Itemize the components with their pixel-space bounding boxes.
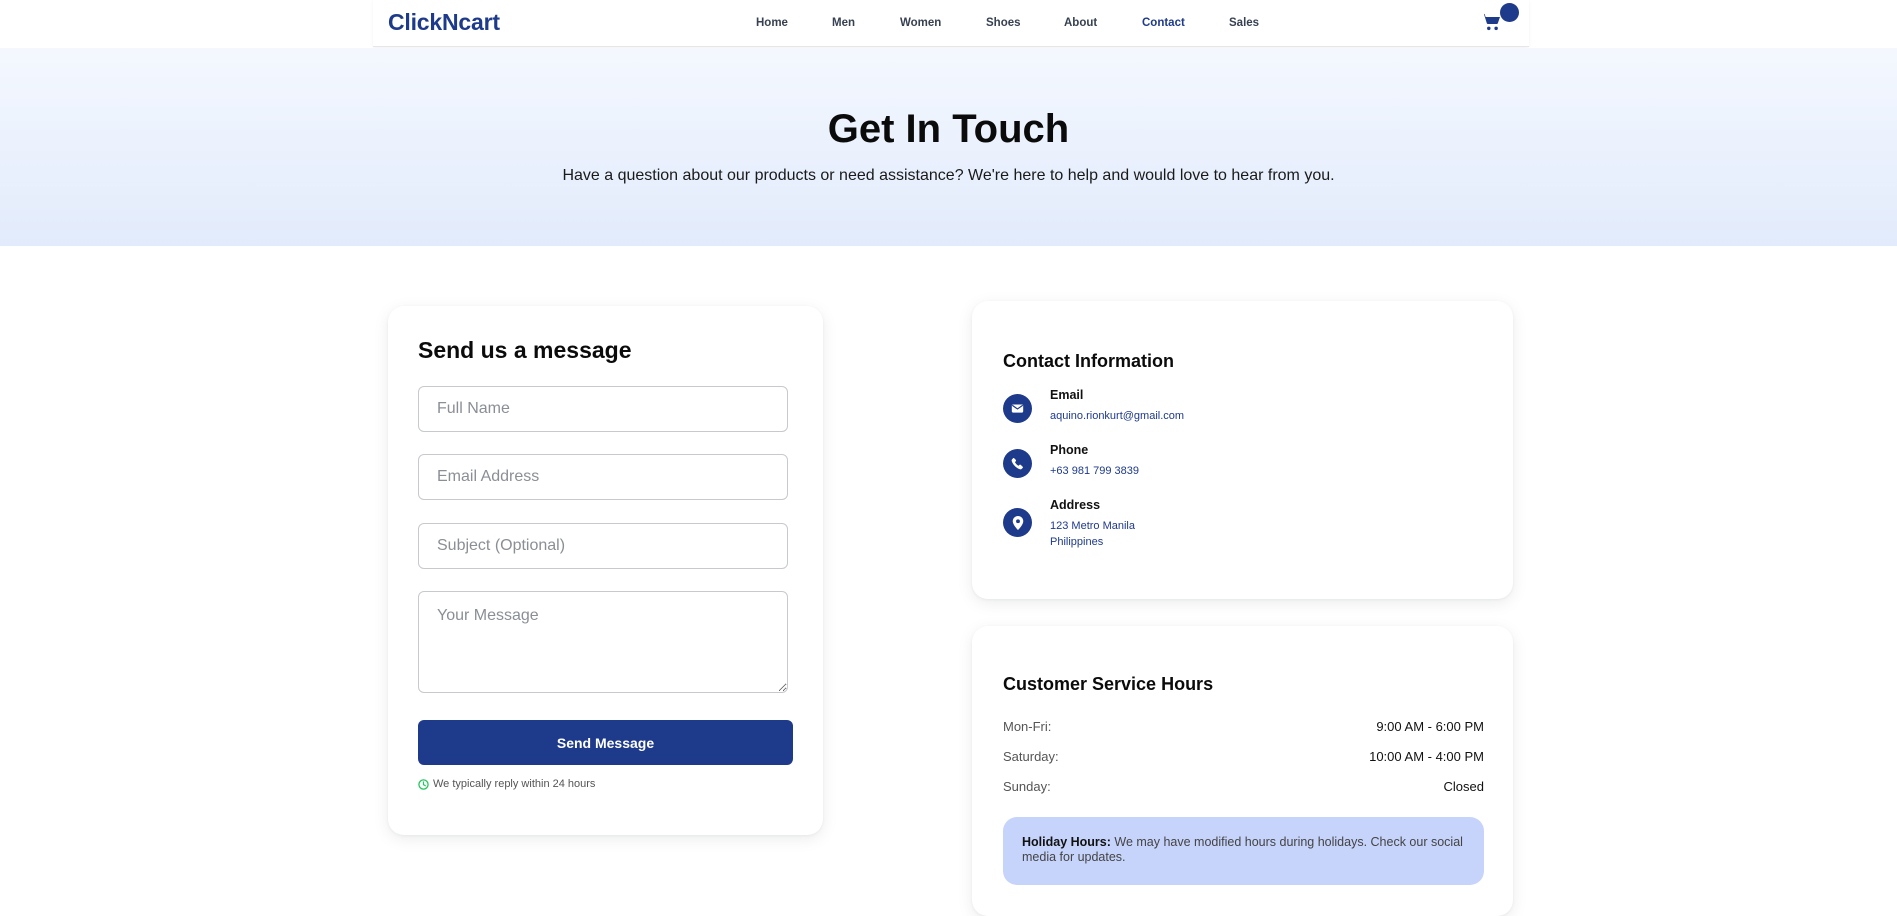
shopping-cart-icon[interactable] — [1480, 11, 1502, 33]
hours-day: Mon-Fri: — [1003, 719, 1052, 734]
service-hours-title: Customer Service Hours — [1003, 674, 1214, 694]
contact-address-row: Address 123 Metro Manila Philippines — [1003, 498, 1483, 548]
page-title: Get In Touch — [827, 107, 1070, 151]
nav-contact[interactable]: Contact — [1142, 17, 1185, 29]
nav-men[interactable]: Men — [832, 17, 855, 29]
phone-label: Phone — [1050, 443, 1089, 457]
reply-note-text: We typically reply within 24 hours — [433, 778, 596, 790]
cart-count-badge[interactable] — [1500, 3, 1519, 22]
hours-day: Saturday: — [1003, 749, 1059, 764]
form-title: Send us a message — [418, 337, 632, 363]
envelope-icon — [1003, 394, 1032, 423]
nav-sales[interactable]: Sales — [1229, 17, 1259, 29]
nav-shoes[interactable]: Shoes — [986, 17, 1021, 29]
phone-value[interactable]: +63 981 799 3839 — [1050, 463, 1139, 479]
contact-info-title: Contact Information — [1003, 351, 1174, 371]
contact-info-card: Contact Information Email aquino.rionkur… — [972, 301, 1513, 599]
clock-icon — [418, 778, 429, 790]
map-pin-icon — [1003, 508, 1032, 537]
service-hours-card: Customer Service Hours Mon-Fri: 9:00 AM … — [972, 626, 1513, 916]
hours-time: 9:00 AM - 6:00 PM — [1376, 719, 1484, 734]
nav-home[interactable]: Home — [756, 17, 788, 29]
nav-women[interactable]: Women — [900, 17, 941, 29]
full-name-input[interactable] — [418, 386, 788, 432]
send-message-button[interactable]: Send Message — [418, 720, 793, 765]
hours-time: 10:00 AM - 4:00 PM — [1369, 749, 1484, 764]
address-label: Address — [1050, 498, 1101, 512]
address-line-2: Philippines — [1050, 536, 1104, 548]
email-value[interactable]: aquino.rionkurt@gmail.com — [1050, 408, 1184, 424]
reply-note: We typically reply within 24 hours — [418, 778, 595, 790]
contact-email-row: Email aquino.rionkurt@gmail.com — [1003, 388, 1483, 432]
address-line-1: 123 Metro Manila — [1050, 520, 1135, 532]
message-textarea[interactable] — [418, 591, 788, 693]
page-subtitle: Have a question about our products or ne… — [562, 167, 1335, 184]
phone-icon — [1003, 449, 1032, 478]
holiday-hours-notice: Holiday Hours: We may have modified hour… — [1003, 817, 1484, 885]
top-navbar: ClickNcart Home Men Women Shoes About Co… — [373, 0, 1529, 47]
hero-banner: Get In Touch Have a question about our p… — [0, 48, 1897, 246]
brand-logo[interactable]: ClickNcart — [388, 9, 500, 36]
address-value: 123 Metro Manila Philippines — [1050, 518, 1135, 550]
hours-day: Sunday: — [1003, 779, 1051, 794]
holiday-hours-label: Holiday Hours: — [1022, 835, 1111, 849]
contact-phone-row: Phone +63 981 799 3839 — [1003, 443, 1483, 487]
email-input[interactable] — [418, 454, 788, 500]
subject-input[interactable] — [418, 523, 788, 569]
contact-form-card: Send us a message Send Message We typica… — [388, 306, 823, 835]
nav-about[interactable]: About — [1064, 17, 1097, 29]
hours-time: Closed — [1443, 779, 1484, 794]
email-label: Email — [1050, 388, 1084, 402]
